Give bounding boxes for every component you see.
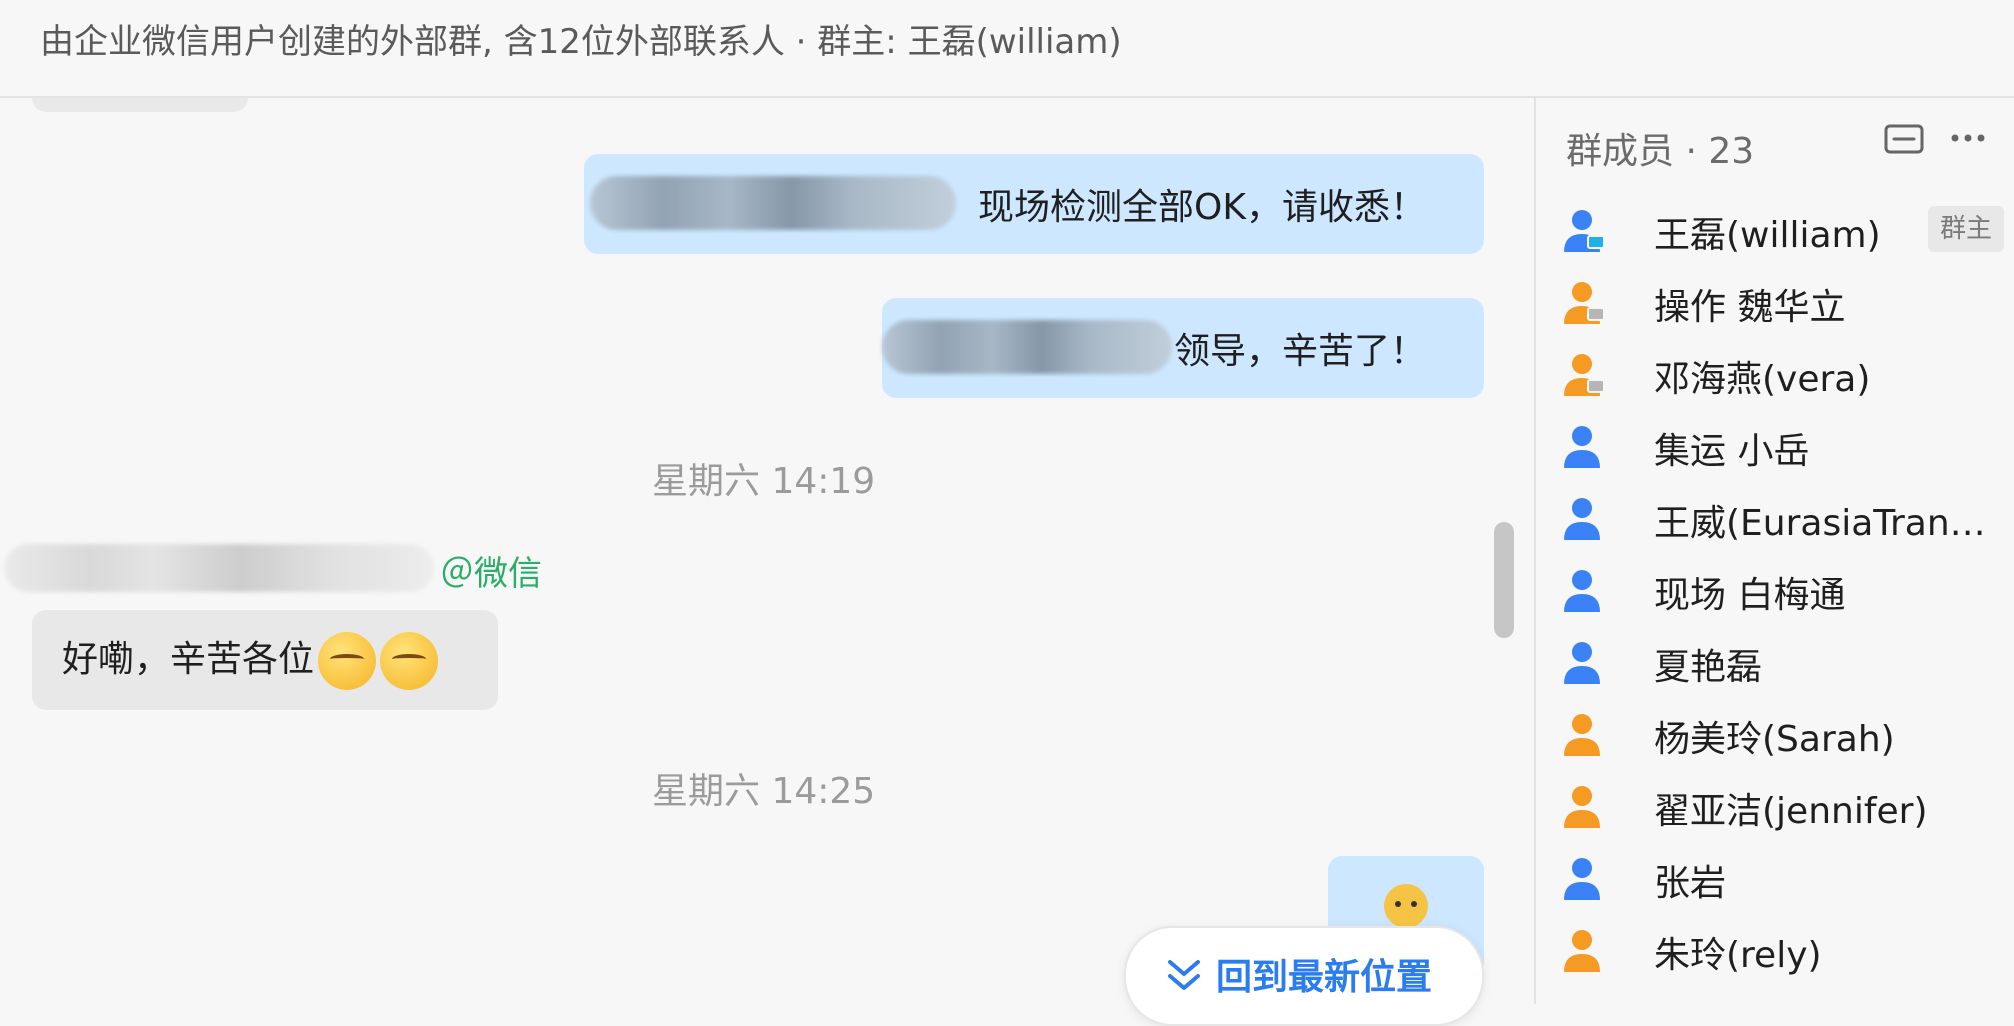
person-icon <box>1564 858 1600 900</box>
member-name: 朱玲(rely) <box>1654 935 1822 976</box>
thinking-face-emoji <box>380 632 439 690</box>
group-info-text: 由企业微信用户创建的外部群, 含12位外部联系人 · 群主: 王磊(willia… <box>40 22 1122 62</box>
member-name: 杨美玲(Sarah) <box>1654 719 1895 760</box>
person-icon <box>1564 498 1600 540</box>
member-name: 邓海燕(vera) <box>1654 359 1871 400</box>
double-chevron-down-icon <box>1168 960 1200 990</box>
message-bubble[interactable]: 现场检测全部OK，请收悉！ <box>584 154 1484 254</box>
message-text: 现场检测全部OK，请收悉！ <box>978 187 1426 228</box>
timestamp: 星期六 14:25 <box>652 771 876 812</box>
mail-icon[interactable] <box>1884 124 1924 154</box>
member-item[interactable]: 王威(EurasiaTransp... <box>1562 490 2012 550</box>
members-panel: 群成员 · 23 王磊(william) 群主操作 魏华立 邓海燕(vera) 集运 … <box>1536 98 2014 1004</box>
timestamp: 星期六 14:19 <box>652 461 876 502</box>
message-bubble[interactable]: 好嘞，辛苦各位 <box>32 610 498 710</box>
members-title: 群成员 · 23 <box>1566 131 1755 172</box>
person-icon <box>1564 930 1600 972</box>
member-item[interactable]: 集运 小岳 <box>1562 418 2012 478</box>
chat-scrollbar[interactable] <box>1494 522 1514 638</box>
more-icon[interactable] <box>1950 132 1986 144</box>
member-item[interactable]: 王磊(william) 群主 <box>1562 202 2012 262</box>
redacted-mention <box>590 176 956 230</box>
person-icon <box>1564 570 1600 612</box>
chat-area[interactable]: 现场检测全部OK，请收悉！ 领导，辛苦了！ 星期六 14:19 ＠微信 好嘞，辛… <box>0 98 1534 1004</box>
person-icon <box>1564 282 1605 324</box>
message-text: 领导，辛苦了！ <box>1173 331 1426 372</box>
member-item[interactable]: 翟亚洁(jennifer) <box>1562 778 2012 838</box>
member-item[interactable]: 夏艳磊 <box>1562 634 2012 694</box>
chat-header: 由企业微信用户创建的外部群, 含12位外部联系人 · 群主: 王磊(willia… <box>0 0 2014 98</box>
member-item[interactable]: 杨美玲(Sarah) <box>1562 706 2012 766</box>
person-icon <box>1564 642 1600 684</box>
previous-message-bubble <box>32 98 248 112</box>
redacted-sender-name <box>4 544 434 592</box>
jump-to-latest-label: 回到最新位置 <box>1216 957 1433 998</box>
message-text: 好嘞，辛苦各位 <box>62 639 315 680</box>
member-name: 王磊(william) <box>1654 215 1881 256</box>
member-item[interactable]: 现场 白梅通 <box>1562 562 2012 622</box>
member-item[interactable]: 操作 魏华立 <box>1562 274 2012 334</box>
member-name: 翟亚洁(jennifer) <box>1654 791 1928 832</box>
thinking-face-emoji <box>318 632 377 690</box>
person-icon <box>1564 426 1600 468</box>
person-icon <box>1564 354 1605 396</box>
member-name: 集运 小岳 <box>1654 431 1810 472</box>
member-name: 现场 白梅通 <box>1654 575 1846 616</box>
person-icon <box>1564 714 1600 756</box>
member-name: 王威(EurasiaTransp... <box>1654 503 2004 544</box>
person-icon <box>1564 786 1600 828</box>
message-bubble[interactable]: 领导，辛苦了！ <box>882 298 1484 398</box>
member-name: 夏艳磊 <box>1654 647 1763 688</box>
member-item[interactable]: 邓海燕(vera) <box>1562 346 2012 406</box>
redacted-mention <box>882 320 1172 374</box>
jump-to-latest-button[interactable]: 回到最新位置 <box>1124 926 1484 1026</box>
member-name: 操作 魏华立 <box>1654 287 1846 328</box>
member-item[interactable]: 张岩 <box>1562 850 2012 910</box>
person-icon <box>1564 210 1605 252</box>
member-name: 张岩 <box>1654 863 1727 904</box>
owner-badge: 群主 <box>1928 206 2005 252</box>
member-item[interactable]: 朱玲(rely) <box>1562 922 2012 982</box>
sender-wechat-tag: ＠微信 <box>440 554 542 594</box>
